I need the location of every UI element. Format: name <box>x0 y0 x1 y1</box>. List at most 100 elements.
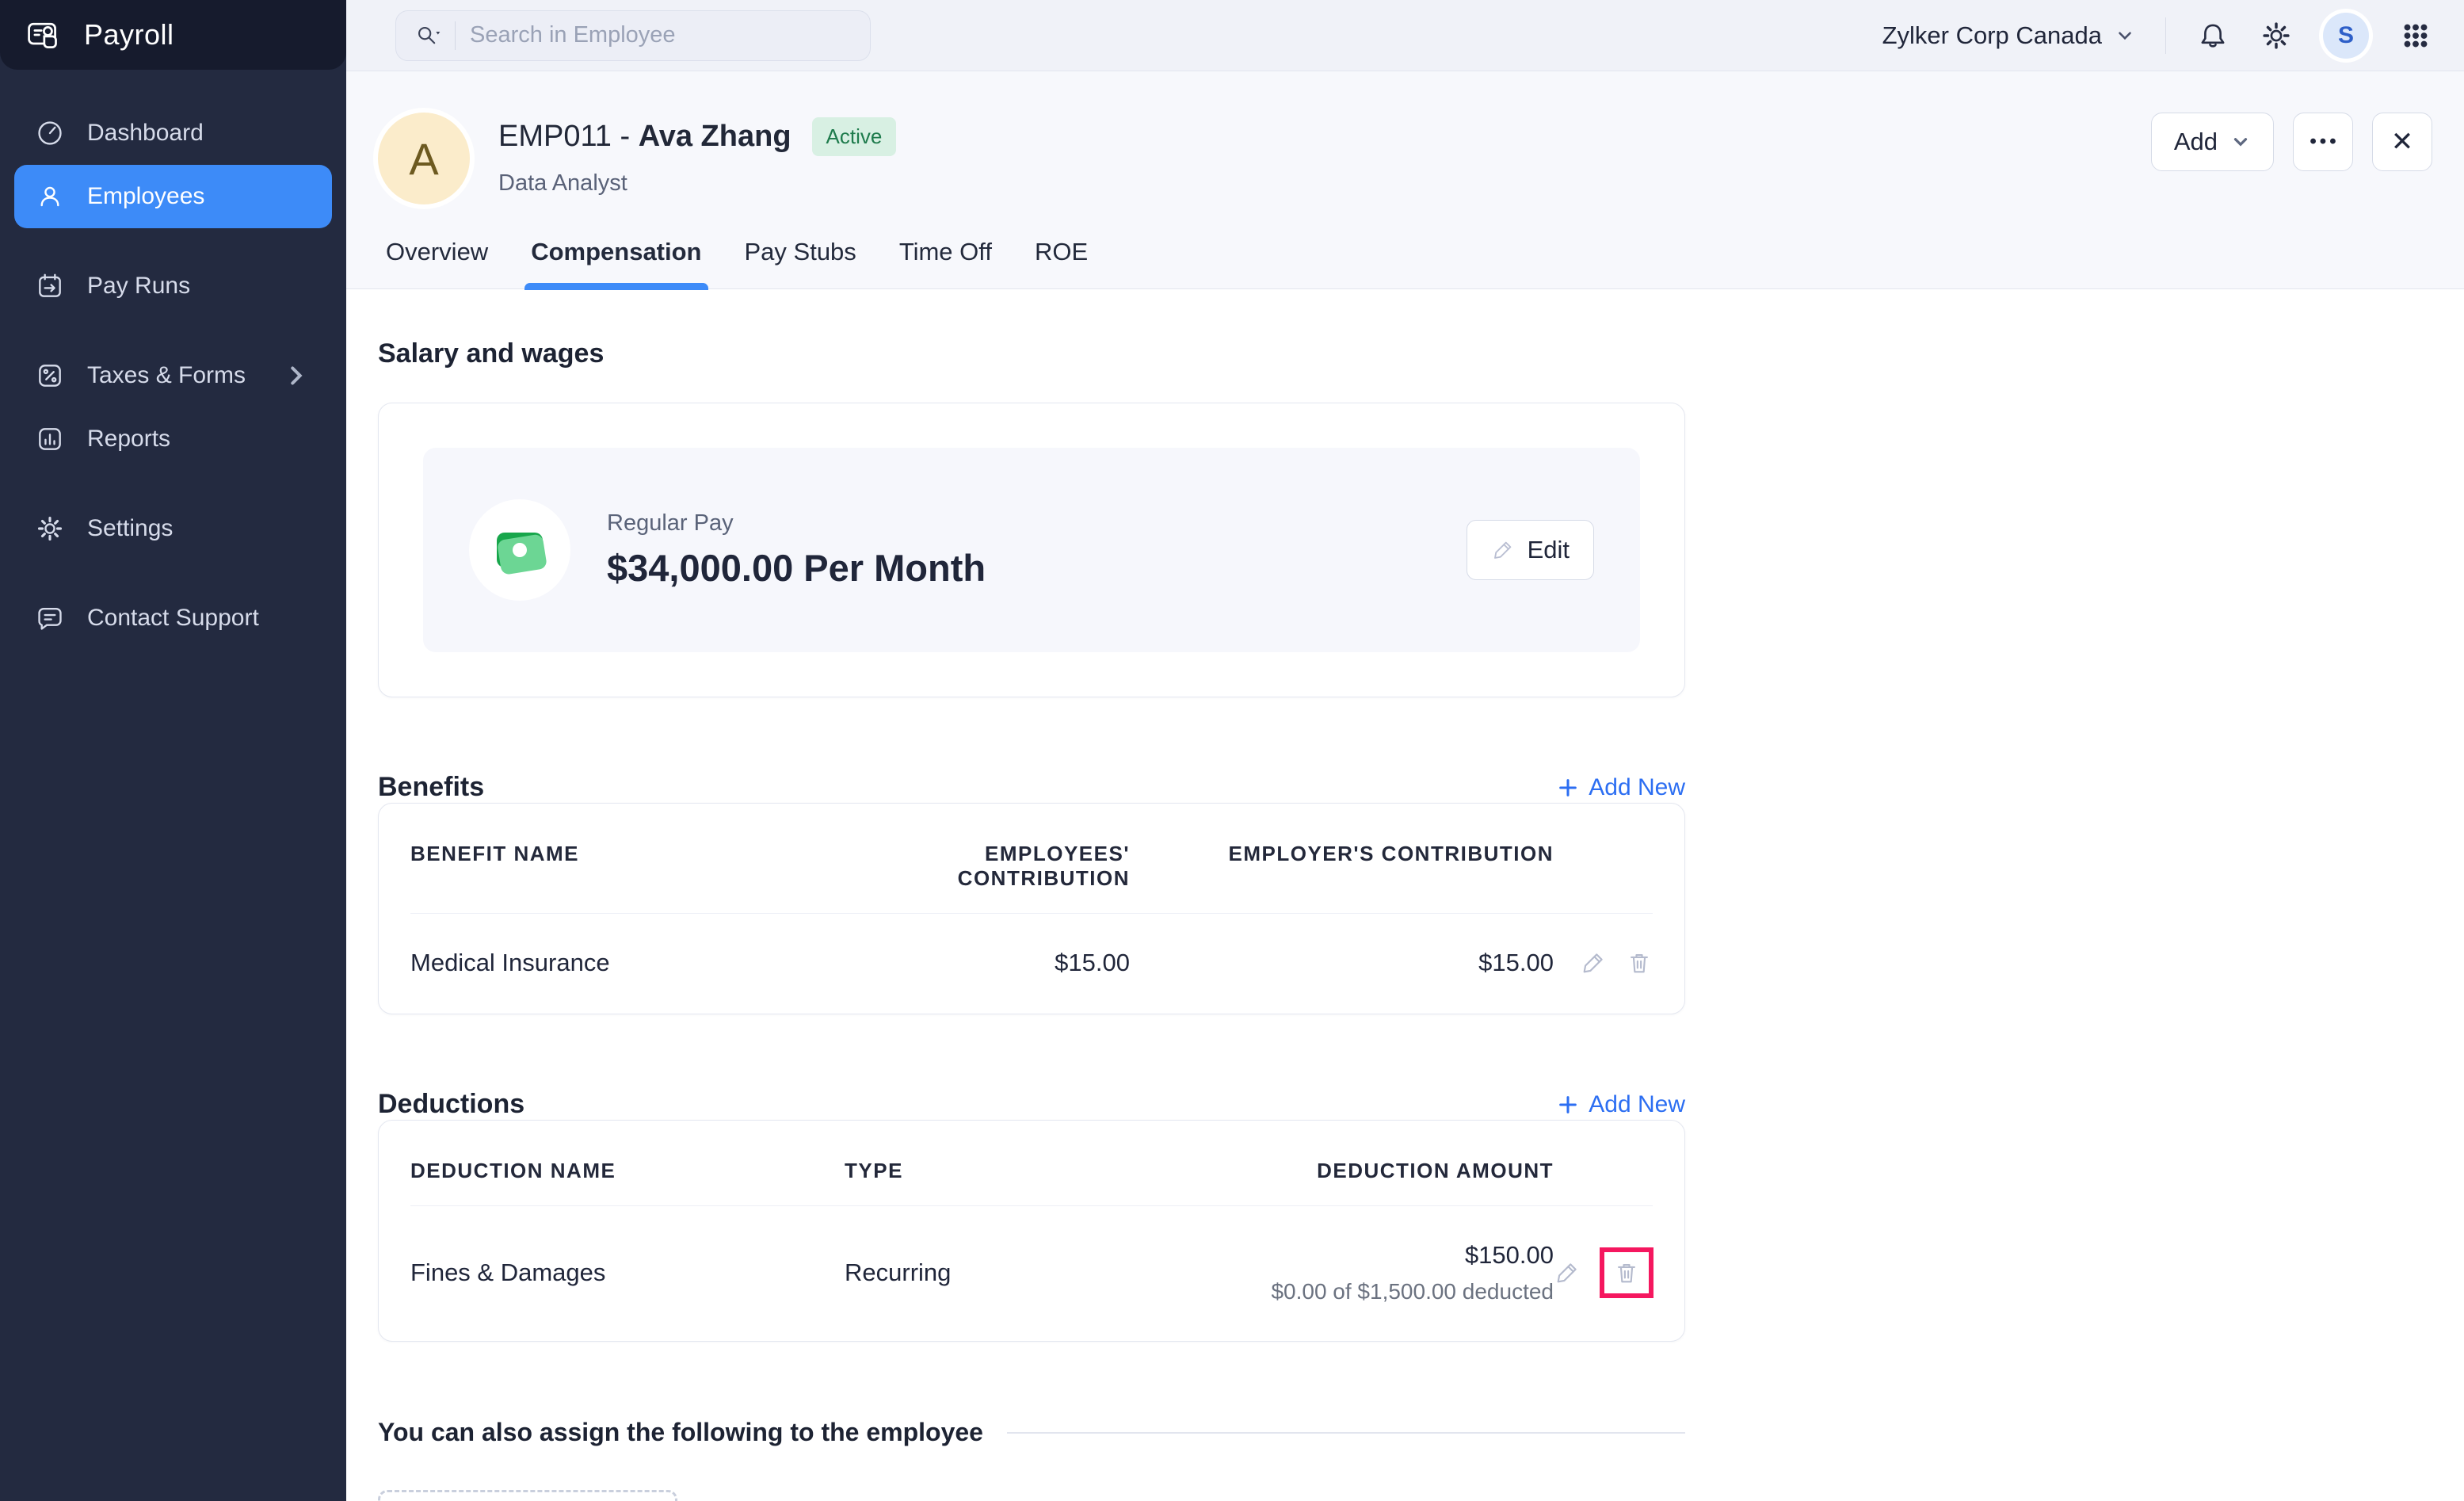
edit-deduction-icon[interactable] <box>1554 1259 1581 1286</box>
reports-icon <box>35 424 65 454</box>
sidebar: Payroll Dashboard Employees <box>0 0 346 1501</box>
column-header: EMPLOYER'S CONTRIBUTION <box>1130 842 1554 891</box>
more-options-button[interactable]: ••• <box>2293 113 2353 171</box>
sidebar-item-taxes-forms[interactable]: Taxes & Forms <box>14 344 332 407</box>
nav-group-gap <box>14 228 332 254</box>
tab-pay-stubs[interactable]: Pay Stubs <box>745 238 856 288</box>
contact-support-icon <box>35 603 65 633</box>
topbar-divider <box>2165 17 2166 54</box>
main-area: Zylker Corp Canada S <box>346 0 2464 1501</box>
divider <box>1007 1432 1685 1434</box>
plus-icon <box>1557 777 1579 799</box>
benefits-card: BENEFIT NAME EMPLOYEES' CONTRIBUTION EMP… <box>378 803 1685 1014</box>
apps-grid-icon[interactable] <box>2399 19 2432 52</box>
add-button-label: Add <box>2174 128 2218 156</box>
sidebar-item-pay-runs[interactable]: Pay Runs <box>14 254 332 318</box>
employee-avatar: A <box>378 113 470 204</box>
nav-group-gap <box>14 560 332 586</box>
employers-contribution: $15.00 <box>1130 949 1554 977</box>
notifications-bell-icon[interactable] <box>2196 19 2229 52</box>
column-header: DEDUCTION AMOUNT <box>1177 1159 1554 1183</box>
org-switcher[interactable]: Zylker Corp Canada <box>1882 21 2135 50</box>
delete-deduction-icon[interactable] <box>1613 1259 1640 1286</box>
status-badge: Active <box>812 117 897 156</box>
taxes-forms-icon <box>35 361 65 391</box>
settings-gear-icon[interactable] <box>2260 19 2293 52</box>
assign-vacation-pay-button[interactable]: Vacation Pay <box>378 1490 677 1501</box>
deductions-section-title: Deductions <box>378 1089 524 1120</box>
employee-header: A EMP011 - Ava Zhang Active Data Analyst… <box>346 71 2464 289</box>
org-name: Zylker Corp Canada <box>1882 21 2102 50</box>
delete-benefit-icon[interactable] <box>1626 949 1653 976</box>
app-title: Payroll <box>84 18 174 52</box>
edit-benefit-icon[interactable] <box>1580 949 1607 976</box>
sidebar-item-label: Employees <box>87 183 204 210</box>
pay-runs-icon <box>35 271 65 301</box>
salary-card: Regular Pay $34,000.00 Per Month Edit <box>378 403 1685 697</box>
sidebar-item-label: Taxes & Forms <box>87 362 246 389</box>
payroll-logo-icon <box>25 17 63 52</box>
deduction-name: Fines & Damages <box>410 1258 845 1287</box>
money-icon <box>469 499 570 601</box>
deduction-progress: $0.00 of $1,500.00 deducted <box>1271 1279 1554 1304</box>
employee-id: EMP011 - <box>498 120 639 153</box>
page-title: EMP011 - Ava Zhang <box>498 120 791 154</box>
pencil-icon <box>1491 538 1515 562</box>
sidebar-item-label: Pay Runs <box>87 273 190 300</box>
header-actions: Add ••• ✕ <box>2151 113 2432 171</box>
benefits-table: BENEFIT NAME EMPLOYEES' CONTRIBUTION EMP… <box>379 804 1684 1014</box>
benefits-add-new-link[interactable]: Add New <box>1557 774 1685 801</box>
tab-roe[interactable]: ROE <box>1035 238 1088 288</box>
benefits-section-title: Benefits <box>378 772 484 803</box>
edit-salary-button[interactable]: Edit <box>1467 520 1594 580</box>
nav-group-gap <box>14 318 332 344</box>
chevron-right-icon <box>281 361 311 391</box>
deductions-table: DEDUCTION NAME TYPE DEDUCTION AMOUNT Fin… <box>379 1121 1684 1341</box>
table-row: Medical Insurance $15.00 $15.00 <box>410 914 1653 977</box>
topbar-right: Zylker Corp Canada S <box>1882 13 2432 59</box>
tab-compensation[interactable]: Compensation <box>531 238 701 288</box>
user-avatar[interactable]: S <box>2323 13 2369 59</box>
sidebar-item-contact-support[interactable]: Contact Support <box>14 586 332 650</box>
search-divider <box>455 21 456 50</box>
deduction-type: Recurring <box>845 1258 1177 1287</box>
benefit-name: Medical Insurance <box>410 949 845 977</box>
add-new-label: Add New <box>1589 774 1685 801</box>
tab-time-off[interactable]: Time Off <box>899 238 992 288</box>
dashboard-icon <box>35 118 65 148</box>
close-button[interactable]: ✕ <box>2372 113 2432 171</box>
sidebar-item-employees[interactable]: Employees <box>14 165 332 228</box>
salary-section-title: Salary and wages <box>378 338 2432 369</box>
sidebar-nav: Dashboard Employees Pay Runs <box>0 70 346 682</box>
regular-pay-panel: Regular Pay $34,000.00 Per Month Edit <box>423 448 1640 652</box>
sidebar-item-label: Contact Support <box>87 605 259 632</box>
table-row: Fines & Damages Recurring $150.00 $0.00 … <box>410 1206 1653 1304</box>
search-icon <box>414 22 441 49</box>
deductions-add-new-link[interactable]: Add New <box>1557 1091 1685 1118</box>
chevron-down-icon <box>2115 25 2135 46</box>
plus-icon <box>1557 1094 1579 1116</box>
search-input[interactable] <box>470 22 852 48</box>
add-button[interactable]: Add <box>2151 113 2274 171</box>
sidebar-item-label: Reports <box>87 426 170 453</box>
employee-designation: Data Analyst <box>498 170 896 197</box>
deductions-card: DEDUCTION NAME TYPE DEDUCTION AMOUNT Fin… <box>378 1120 1685 1342</box>
employees-contribution: $15.00 <box>845 949 1130 977</box>
tab-overview[interactable]: Overview <box>386 238 488 288</box>
topbar: Zylker Corp Canada S <box>346 0 2464 71</box>
sidebar-item-label: Settings <box>87 515 173 542</box>
column-header: DEDUCTION NAME <box>410 1159 845 1183</box>
payroll-app: Payroll Dashboard Employees <box>0 0 2464 1501</box>
sidebar-item-reports[interactable]: Reports <box>14 407 332 471</box>
deduction-amount: $150.00 <box>1465 1241 1554 1270</box>
sidebar-item-settings[interactable]: Settings <box>14 497 332 560</box>
add-new-label: Add New <box>1589 1091 1685 1118</box>
compensation-content: Salary and wages Regular Pay $34,000.00 … <box>346 289 2464 1501</box>
sidebar-item-dashboard[interactable]: Dashboard <box>14 101 332 165</box>
settings-icon <box>35 514 65 544</box>
chevron-down-icon <box>2230 132 2251 152</box>
app-header: Payroll <box>0 0 346 70</box>
search-box[interactable] <box>395 10 871 61</box>
edit-button-label: Edit <box>1528 536 1570 564</box>
assign-section-title: You can also assign the following to the… <box>378 1418 983 1447</box>
